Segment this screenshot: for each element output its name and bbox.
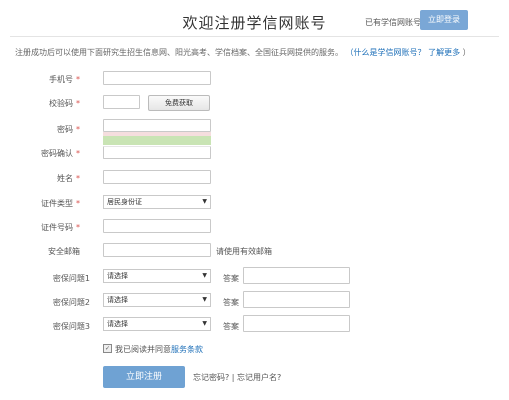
id-number-label-text: 证件号码	[41, 223, 73, 232]
id-number-input[interactable]	[103, 219, 211, 233]
answer3-input[interactable]	[243, 315, 350, 332]
question2-value: 请选择	[107, 296, 128, 304]
question3-value: 请选择	[107, 320, 128, 328]
question1-select[interactable]: 请选择 ▼	[103, 269, 211, 283]
required-mark: *	[76, 125, 80, 134]
question1-value: 请选择	[107, 272, 128, 280]
phone-input[interactable]	[103, 71, 211, 85]
password-label: 密码 *	[10, 124, 80, 135]
id-type-label: 证件类型 *	[10, 198, 80, 209]
name-label-text: 姓名	[57, 174, 73, 183]
password-input[interactable]	[103, 119, 211, 132]
answer3-label: 答案	[223, 322, 239, 331]
dropdown-arrow-icon: ▼	[202, 296, 207, 303]
what-is-account-link[interactable]: （什么是学信网账号？	[346, 48, 426, 57]
question1-label: 密保问题1	[52, 274, 90, 283]
terms-link[interactable]: 服务条款	[171, 345, 203, 354]
agree-text: 我已阅读并同意	[115, 345, 171, 354]
notice-body: 注册成功后可以使用下面研究生招生信息网、阳光高考、学信档案、全国征兵网提供的服务…	[15, 48, 343, 57]
notice-close-paren: ）	[462, 48, 471, 57]
required-mark: *	[76, 149, 80, 158]
password-confirm-label: 密码确认 *	[10, 148, 80, 159]
link-separator: |	[231, 373, 235, 382]
question3-select[interactable]: 请选择 ▼	[103, 317, 211, 331]
header-divider	[10, 36, 499, 37]
dropdown-arrow-icon: ▼	[202, 320, 207, 327]
email-input[interactable]	[103, 243, 211, 257]
required-mark: *	[76, 99, 80, 108]
id-number-label: 证件号码 *	[10, 222, 80, 233]
password-label-text: 密码	[57, 125, 73, 134]
name-input[interactable]	[103, 170, 211, 184]
forgot-password-link[interactable]: 忘记密码?	[193, 373, 229, 382]
id-type-label-text: 证件类型	[41, 199, 73, 208]
required-mark: *	[76, 199, 80, 208]
required-mark: *	[76, 174, 80, 183]
learn-more-link[interactable]: 了解更多	[428, 48, 460, 57]
notice-text: 注册成功后可以使用下面研究生招生信息网、阳光高考、学信档案、全国征兵网提供的服务…	[15, 47, 471, 58]
required-mark: *	[76, 223, 80, 232]
name-label: 姓名 *	[10, 173, 80, 184]
email-label: 安全邮箱	[10, 246, 80, 257]
password-confirm-label-text: 密码确认	[41, 149, 73, 158]
phone-label-text: 手机号	[49, 75, 73, 84]
captcha-input[interactable]	[103, 95, 140, 109]
question2-select[interactable]: 请选择 ▼	[103, 293, 211, 307]
forgot-username-link[interactable]: 忘记用户名?	[237, 373, 281, 382]
captcha-label-text: 校验码	[49, 99, 73, 108]
email-note: 请使用有效邮箱	[216, 247, 272, 256]
get-code-button[interactable]: 免费获取	[148, 95, 210, 111]
id-type-value: 居民身份证	[107, 198, 142, 206]
captcha-label: 校验码 *	[10, 98, 80, 109]
dropdown-arrow-icon: ▼	[202, 272, 207, 279]
id-type-select[interactable]: 居民身份证 ▼	[103, 195, 211, 209]
answer2-label: 答案	[223, 298, 239, 307]
email-label-text: 安全邮箱	[48, 247, 80, 256]
agree-checkbox[interactable]: ✓	[103, 344, 112, 353]
register-button[interactable]: 立即注册	[103, 366, 185, 388]
required-mark: *	[76, 75, 80, 84]
answer1-input[interactable]	[243, 267, 350, 284]
answer1-label: 答案	[223, 274, 239, 283]
dropdown-arrow-icon: ▼	[202, 198, 207, 205]
answer2-input[interactable]	[243, 291, 350, 308]
help-links: 忘记密码? | 忘记用户名?	[193, 372, 281, 383]
question2-label: 密保问题2	[52, 298, 90, 307]
question3-label: 密保问题3	[52, 322, 90, 331]
password-confirm-input[interactable]	[103, 146, 211, 159]
have-account-text: 已有学信网账号	[365, 18, 421, 27]
login-button[interactable]: 立即登录	[420, 10, 468, 30]
password-strength-bar	[103, 136, 211, 145]
phone-label: 手机号 *	[10, 74, 80, 85]
agreement-row: ✓ 我已阅读并同意服务条款	[103, 344, 203, 355]
